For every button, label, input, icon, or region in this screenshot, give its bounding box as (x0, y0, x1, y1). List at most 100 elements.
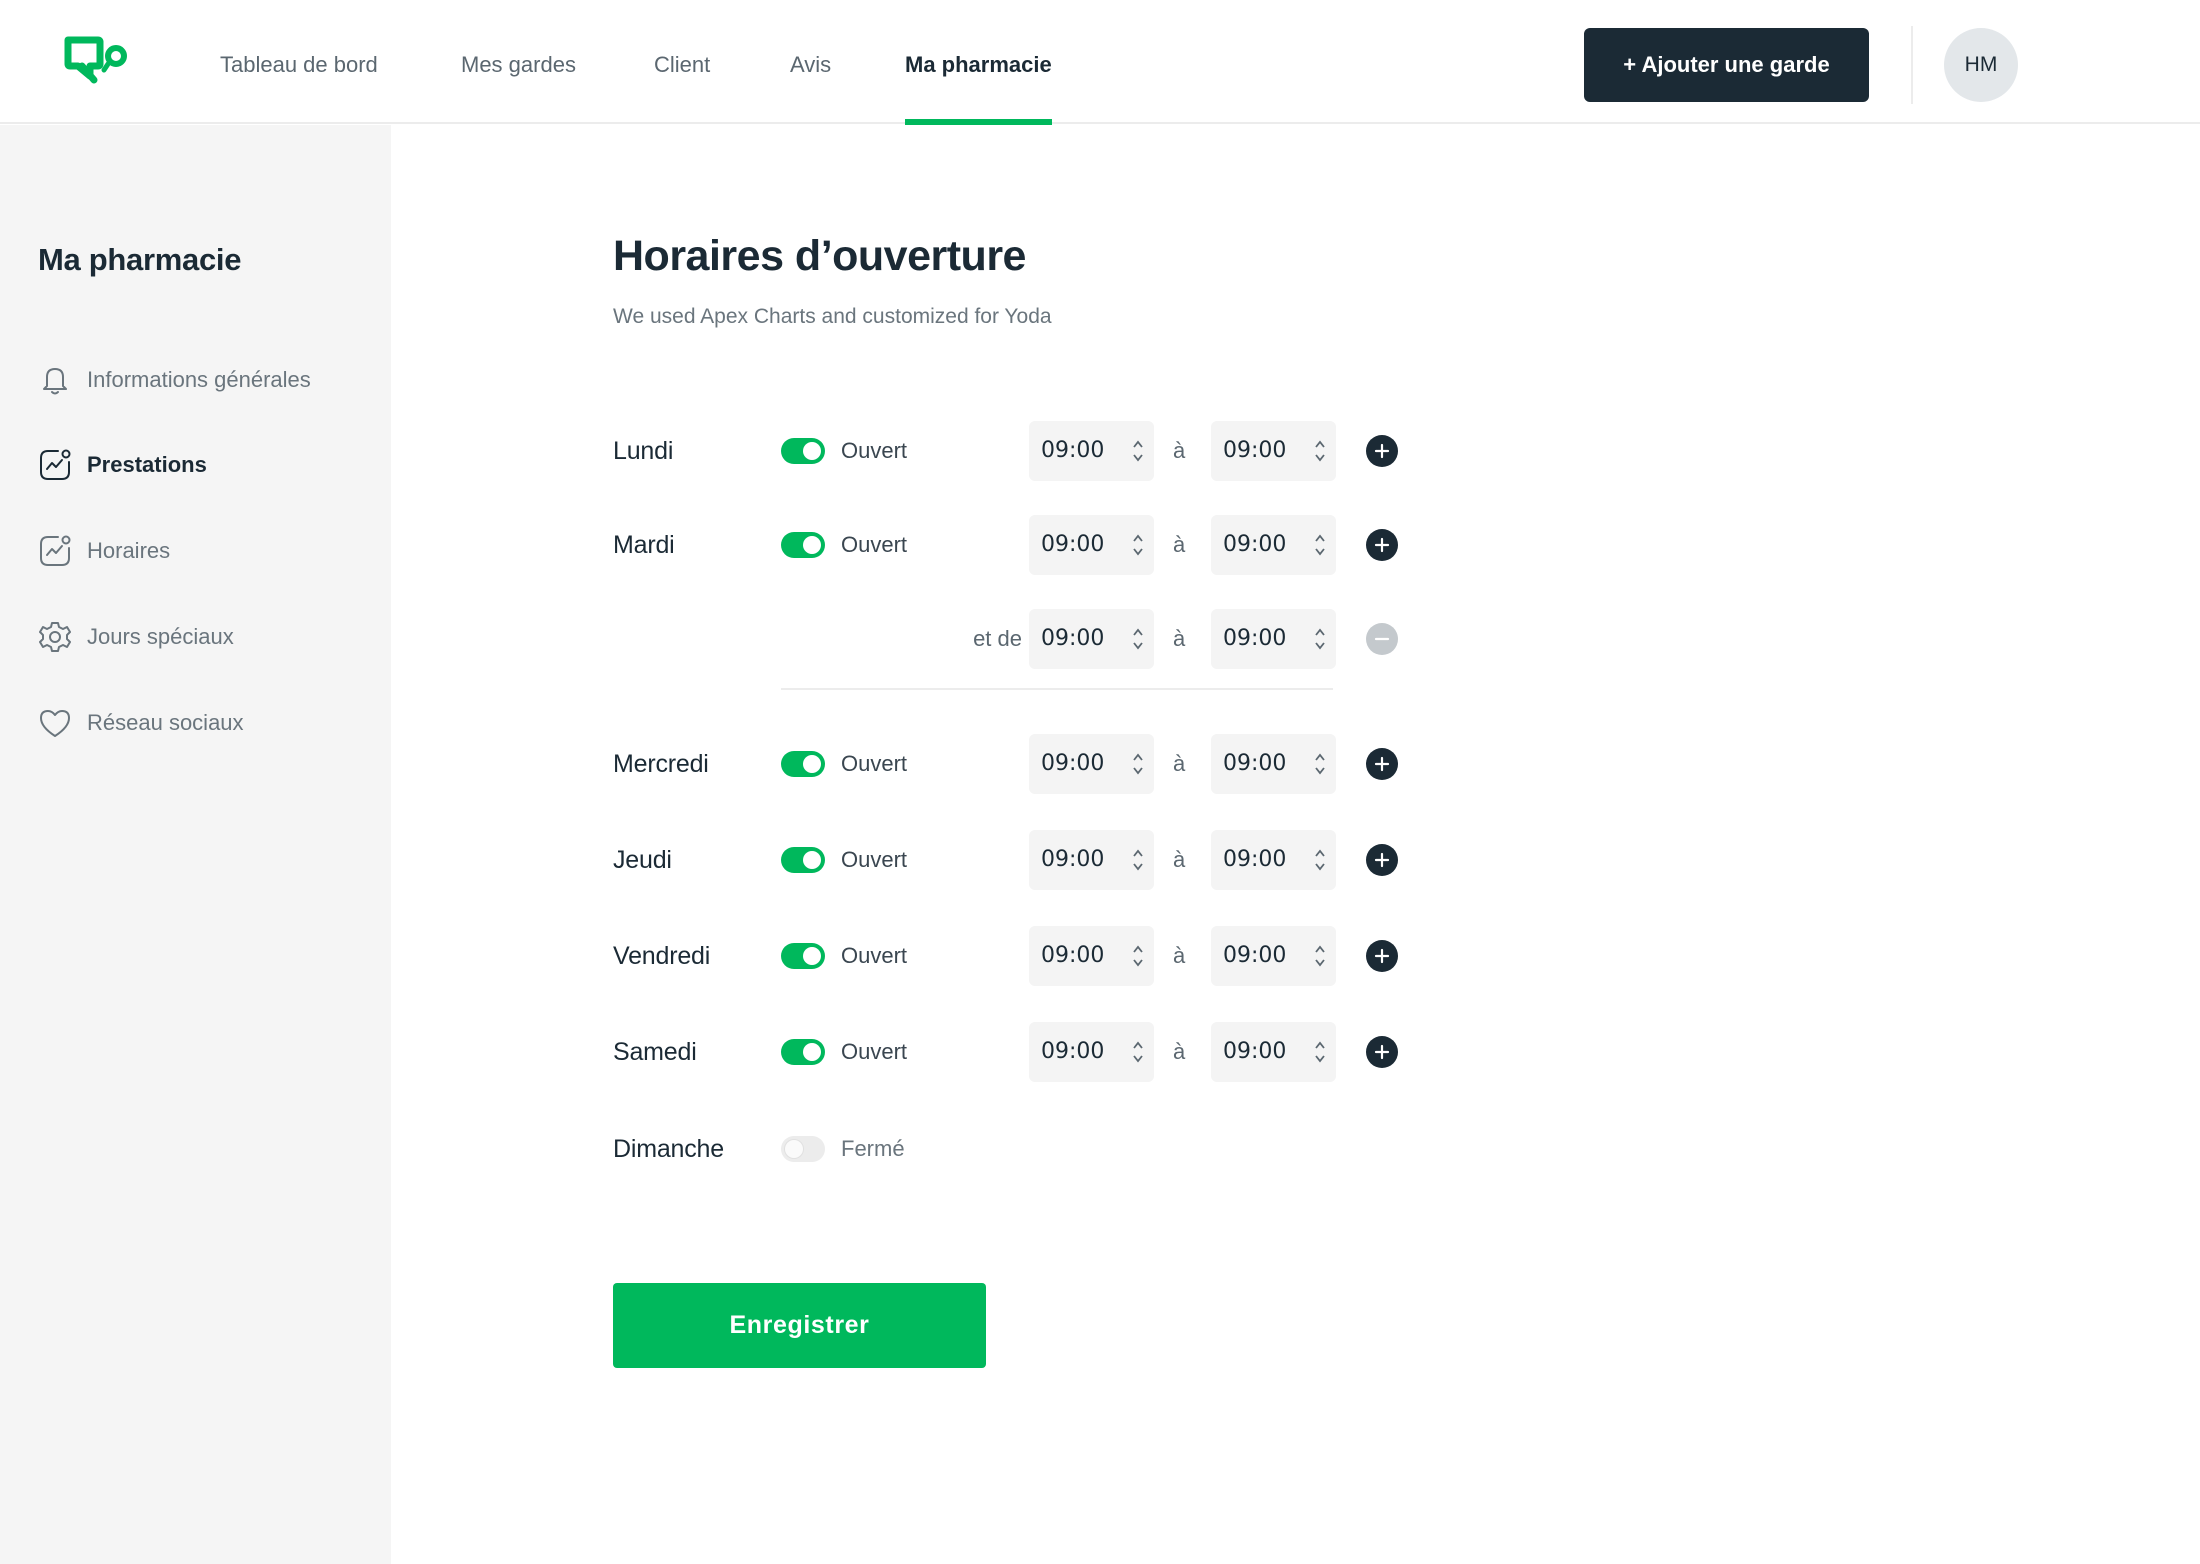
add-slot-button[interactable] (1366, 748, 1398, 780)
time-separator: à (1173, 532, 1186, 557)
day-label: Lundi (613, 437, 674, 465)
nav-avis[interactable]: Avis (790, 0, 831, 124)
time-from-input[interactable]: 09:00 (1029, 515, 1154, 575)
day-row-dimanche: Dimanche Fermé (613, 1119, 1413, 1179)
time-from-input[interactable]: 09:00 (1029, 1022, 1154, 1082)
nav-tableau-de-bord[interactable]: Tableau de bord (220, 0, 378, 124)
stepper-icon[interactable] (1314, 438, 1326, 464)
open-status: Ouvert (841, 1039, 908, 1064)
open-toggle[interactable] (781, 438, 825, 464)
time-from-input[interactable]: 09:00 (1029, 926, 1154, 986)
sidebar-item-label: Réseau sociaux (87, 710, 244, 735)
time-separator: à (1173, 751, 1186, 776)
add-slot-button[interactable] (1366, 844, 1398, 876)
stepper-icon[interactable] (1132, 1039, 1144, 1065)
sidebar-item-jours-speciaux[interactable]: Jours spéciaux (38, 617, 234, 657)
day-row-lundi: Lundi Ouvert 09:00 à 09:00 (613, 421, 1413, 481)
open-status: Fermé (841, 1136, 905, 1161)
activity-chart-icon (38, 534, 72, 568)
user-avatar[interactable]: HM (1944, 28, 2018, 102)
nav-mes-gardes[interactable]: Mes gardes (461, 0, 576, 124)
sidebar-item-prestations[interactable]: Prestations (38, 445, 207, 485)
sidebar-item-reseau-sociaux[interactable]: Réseau sociaux (38, 703, 244, 743)
add-garde-button[interactable]: + Ajouter une garde (1584, 28, 1869, 102)
time-separator: à (1173, 1039, 1186, 1064)
time-from-input[interactable]: 09:00 (1029, 830, 1154, 890)
page-title: Horaires d’ouverture (613, 232, 1026, 280)
open-toggle[interactable] (781, 532, 825, 558)
day-label: Vendredi (613, 942, 711, 970)
day-row-vendredi: Vendredi Ouvert 09:00 à 09:00 (613, 926, 1413, 986)
time-to-input[interactable]: 09:00 (1211, 1022, 1336, 1082)
open-status: Ouvert (841, 438, 908, 463)
slot-divider (781, 688, 1333, 690)
time-from-input[interactable]: 09:00 (1029, 421, 1154, 481)
stepper-icon[interactable] (1132, 751, 1144, 777)
stepper-icon[interactable] (1314, 847, 1326, 873)
navbar-divider (1911, 26, 1913, 104)
add-slot-button[interactable] (1366, 1036, 1398, 1068)
open-toggle[interactable] (781, 847, 825, 873)
day-row-mardi: Mardi Ouvert 09:00 à 09:00 (613, 515, 1413, 575)
top-navbar: Tableau de bord Mes gardes Client Avis M… (0, 0, 2200, 125)
extra-slot-label: et de (973, 626, 1022, 651)
time-to-input[interactable]: 09:00 (1211, 421, 1336, 481)
stepper-icon[interactable] (1132, 943, 1144, 969)
remove-slot-button[interactable] (1366, 623, 1398, 655)
heart-icon (38, 706, 72, 740)
open-status: Ouvert (841, 532, 908, 557)
day-label: Jeudi (613, 846, 672, 874)
time-to-input[interactable]: 09:00 (1211, 830, 1336, 890)
stepper-icon[interactable] (1314, 751, 1326, 777)
day-row-jeudi: Jeudi Ouvert 09:00 à 09:00 (613, 830, 1413, 890)
add-slot-button[interactable] (1366, 940, 1398, 972)
time-separator: à (1173, 847, 1186, 872)
stepper-icon[interactable] (1132, 847, 1144, 873)
stepper-icon[interactable] (1314, 532, 1326, 558)
sidebar-title: Ma pharmacie (38, 242, 242, 277)
day-row-samedi: Samedi Ouvert 09:00 à 09:00 (613, 1022, 1413, 1082)
day-label: Samedi (613, 1038, 697, 1066)
day-label: Mercredi (613, 750, 709, 778)
open-toggle[interactable] (781, 943, 825, 969)
sidebar-item-horaires[interactable]: Horaires (38, 531, 170, 571)
app-logo[interactable] (64, 34, 130, 86)
time-separator: à (1173, 438, 1186, 463)
day-label: Mardi (613, 531, 675, 559)
time-separator: à (1173, 626, 1186, 651)
time-to-input[interactable]: 09:00 (1211, 609, 1336, 669)
sidebar-item-label: Prestations (87, 452, 207, 477)
stepper-icon[interactable] (1132, 626, 1144, 652)
add-slot-button[interactable] (1366, 529, 1398, 561)
nav-client[interactable]: Client (654, 0, 710, 124)
open-toggle[interactable] (781, 1136, 825, 1162)
open-status: Ouvert (841, 751, 908, 776)
time-to-input[interactable]: 09:00 (1211, 926, 1336, 986)
add-slot-button[interactable] (1366, 435, 1398, 467)
save-button[interactable]: Enregistrer (613, 1283, 986, 1368)
time-from-input[interactable]: 09:00 (1029, 609, 1154, 669)
open-status: Ouvert (841, 847, 908, 872)
open-toggle[interactable] (781, 751, 825, 777)
extra-slot-row-mardi: et de 09:00 à 09:00 (613, 609, 1413, 669)
sidebar-item-label: Informations générales (87, 367, 311, 392)
day-label: Dimanche (613, 1135, 724, 1163)
activity-chart-icon (38, 448, 72, 482)
time-to-input[interactable]: 09:00 (1211, 515, 1336, 575)
day-row-mercredi: Mercredi Ouvert 09:00 à 09:00 (613, 734, 1413, 794)
nav-ma-pharmacie[interactable]: Ma pharmacie (905, 0, 1052, 125)
stepper-icon[interactable] (1314, 1039, 1326, 1065)
open-toggle[interactable] (781, 1039, 825, 1065)
sidebar-item-label: Jours spéciaux (87, 624, 234, 649)
time-from-input[interactable]: 09:00 (1029, 734, 1154, 794)
open-status: Ouvert (841, 943, 908, 968)
sidebar-item-informations-generales[interactable]: Informations générales (38, 360, 311, 400)
stepper-icon[interactable] (1314, 626, 1326, 652)
time-to-input[interactable]: 09:00 (1211, 734, 1336, 794)
stepper-icon[interactable] (1132, 438, 1144, 464)
sidebar: Ma pharmacie Informations générales Pres… (0, 125, 391, 1564)
bell-icon (38, 363, 72, 397)
stepper-icon[interactable] (1314, 943, 1326, 969)
stepper-icon[interactable] (1132, 532, 1144, 558)
sidebar-item-label: Horaires (87, 538, 171, 563)
